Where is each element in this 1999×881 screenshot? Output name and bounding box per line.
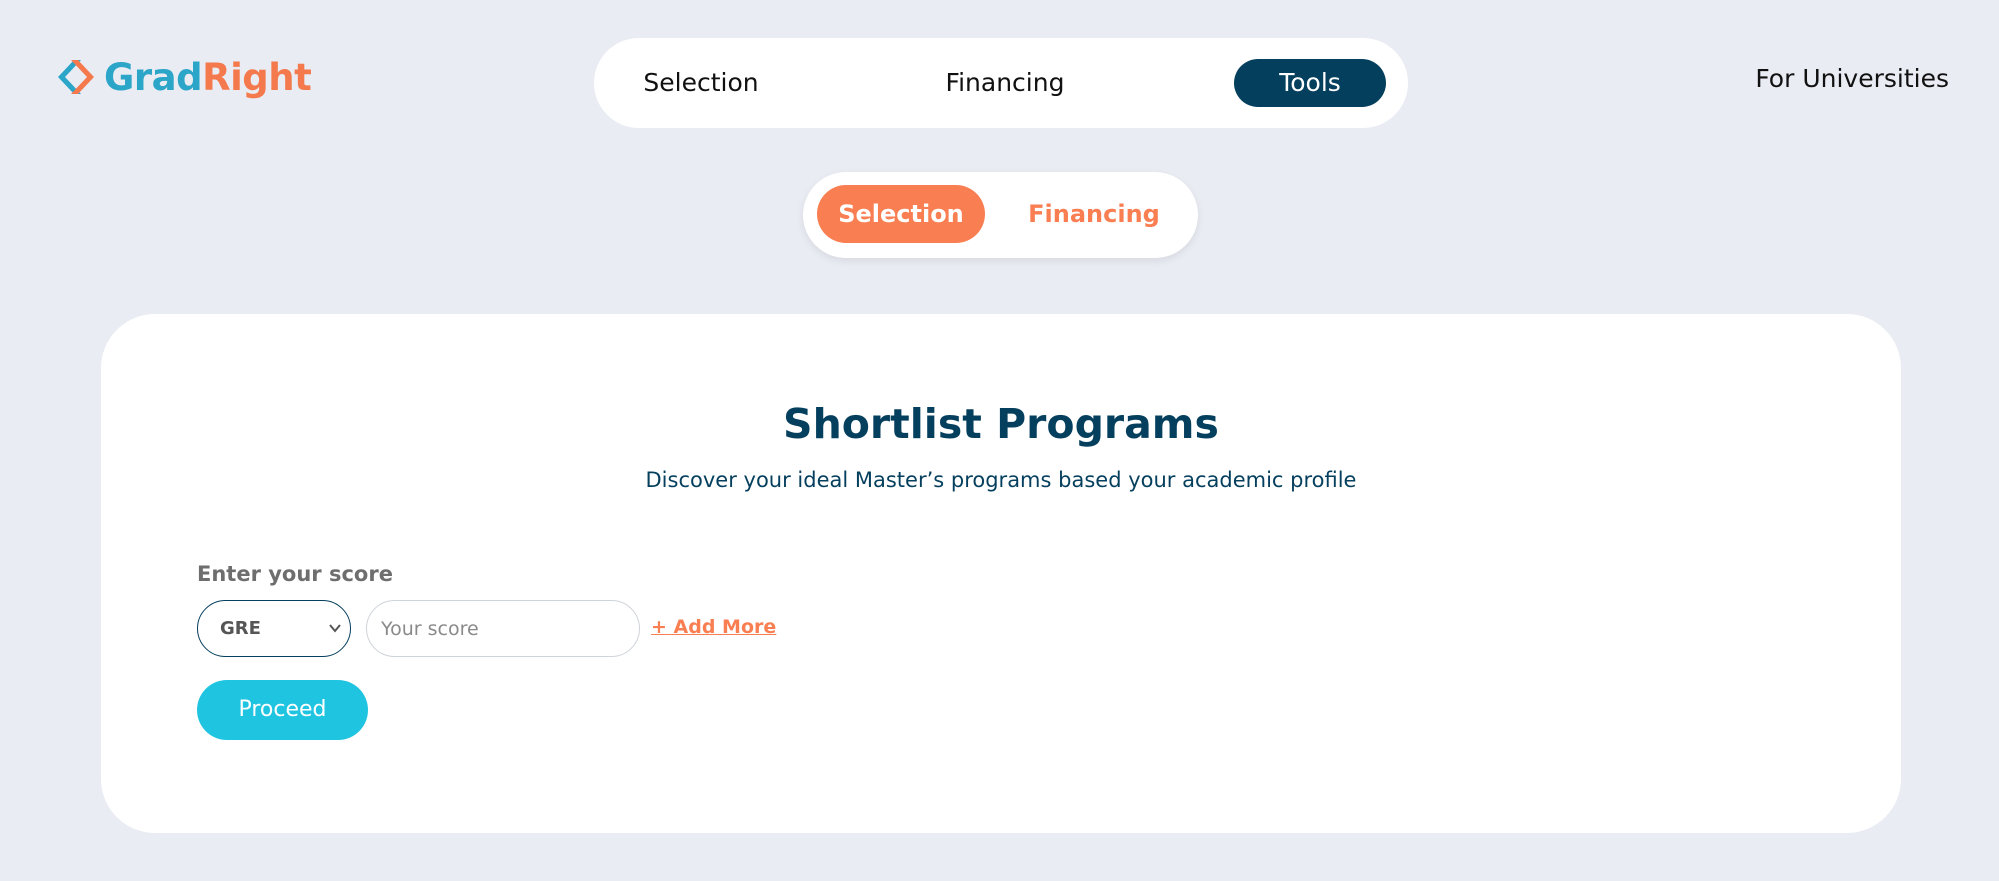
add-more-link[interactable]: + Add More [651, 616, 776, 638]
tool-tabs: Selection Financing [803, 172, 1198, 258]
tab-selection[interactable]: Selection [817, 185, 985, 243]
gradright-logo[interactable]: GradRight [56, 55, 312, 99]
for-universities-link[interactable]: For Universities [1755, 64, 1949, 93]
score-label: Enter your score [197, 562, 393, 586]
tab-financing[interactable]: Financing [1016, 185, 1172, 243]
proceed-button[interactable]: Proceed [197, 680, 368, 740]
chevron-down-icon [329, 624, 341, 633]
logo-wordmark: GradRight [104, 55, 312, 99]
shortlist-card: Shortlist Programs Discover your ideal M… [101, 314, 1901, 833]
nav-financing[interactable]: Financing [930, 59, 1080, 107]
test-type-value: GRE [220, 618, 261, 639]
page-subtitle: Discover your ideal Master’s programs ba… [645, 468, 1357, 492]
score-input[interactable] [366, 600, 640, 657]
test-type-select[interactable]: GRE [197, 600, 351, 657]
page-title: Shortlist Programs [783, 400, 1219, 448]
nav-tools[interactable]: Tools [1234, 59, 1386, 107]
main-nav: Selection Financing Tools [594, 38, 1408, 128]
nav-selection[interactable]: Selection [636, 59, 766, 107]
chevron-brackets-icon [58, 60, 94, 94]
